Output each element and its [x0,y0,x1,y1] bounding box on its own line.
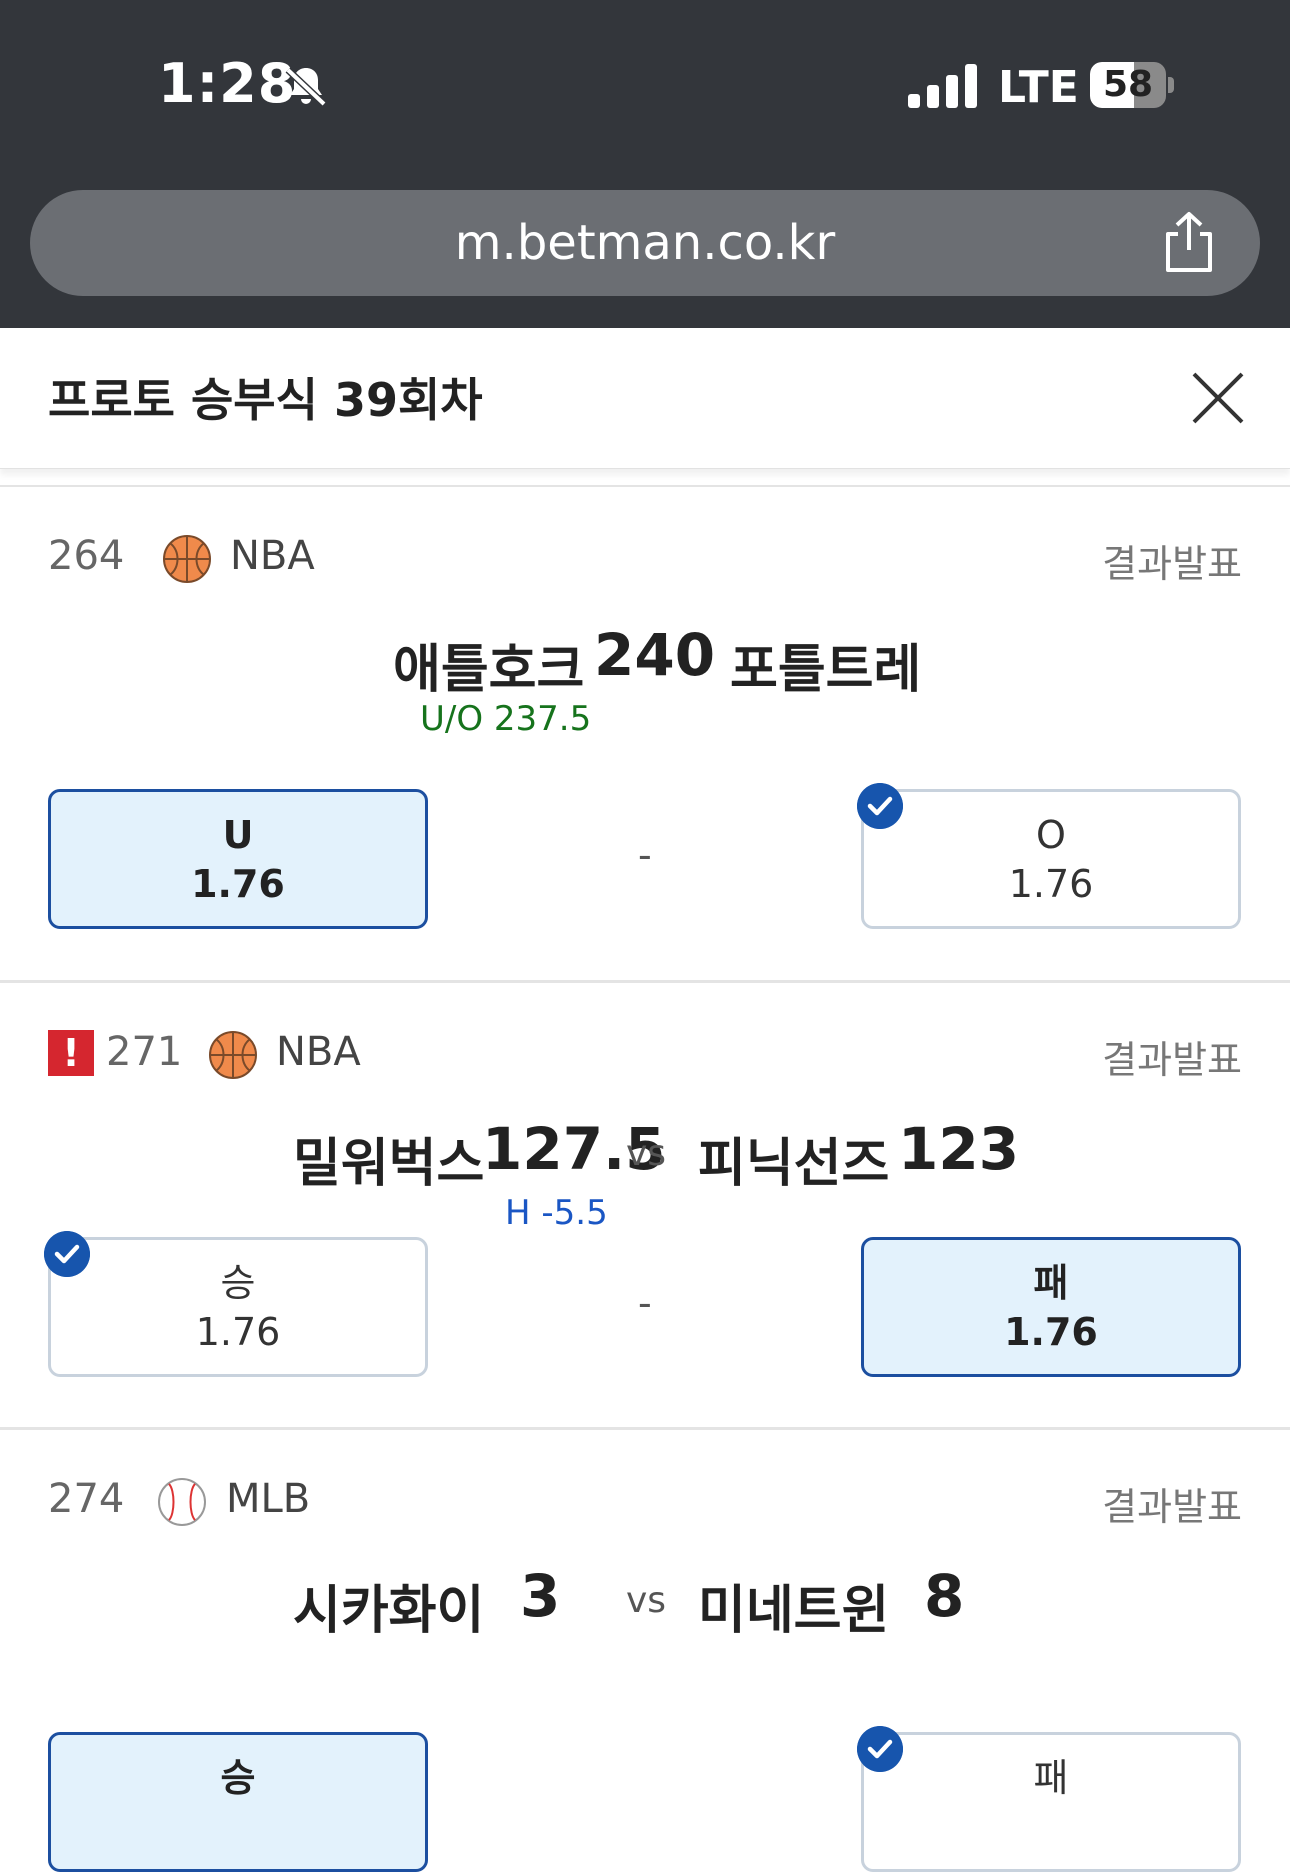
divider [0,485,1290,487]
draw-placeholder: - [638,833,652,877]
result-link[interactable]: 결과발표 [1102,533,1242,588]
handicap-line: H -5.5 [505,1193,608,1233]
league-name: NBA [230,533,315,579]
address-bar[interactable]: m.betman.co.kr [30,190,1260,296]
address-url: m.betman.co.kr [454,215,836,271]
cellular-signal-icon [908,64,977,108]
warning-badge: ! [48,1030,94,1076]
result-link[interactable]: 결과발표 [1102,1476,1242,1531]
option-odds: 1.76 [195,1310,281,1354]
league-name: NBA [276,1029,361,1075]
total-score: 240 [594,621,716,689]
check-icon [857,1726,903,1772]
win-option[interactable]: 승 [48,1732,428,1872]
loss-option[interactable]: 패 [861,1732,1241,1872]
option-odds: 1.76 [1004,1310,1098,1354]
vs-label: vs [626,1133,667,1174]
home-team: 밀워벅스 [293,1134,485,1194]
bell-muted-icon [285,67,327,107]
home-team: 애틀호크 [393,640,585,700]
game-number: 264 [48,533,125,579]
home-score: 3 [520,1562,561,1630]
close-icon[interactable] [1188,368,1248,428]
check-icon [44,1231,90,1277]
result-link[interactable]: 결과발표 [1102,1029,1242,1084]
page-header: 프로토 승부식 39회차 [0,328,1290,469]
basketball-icon [209,1031,257,1079]
win-option[interactable]: 승 1.76 [48,1237,428,1377]
divider [0,1427,1290,1430]
under-option[interactable]: U 1.76 [48,789,428,929]
vs-label: vs [626,1580,667,1621]
away-score: 8 [924,1562,965,1630]
away-team: 포틀트레 [730,640,922,700]
away-score: 123 [898,1115,1020,1183]
basketball-icon [163,535,211,583]
browser-chrome: 1:28 LTE 58 m.betman.co.kr [0,0,1290,328]
option-odds: 1.76 [1008,862,1094,906]
share-icon[interactable] [1160,210,1218,274]
option-label: U [222,813,254,857]
baseball-icon [158,1478,206,1526]
home-team: 시카화이 [293,1581,485,1641]
over-under-line: U/O 237.5 [420,699,592,739]
game-number: 271 [106,1029,183,1075]
option-label: 승 [220,1261,256,1305]
option-label: 패 [1033,1756,1069,1800]
option-odds: 1.76 [191,862,285,906]
divider [0,980,1290,983]
over-option[interactable]: O 1.76 [861,789,1241,929]
loss-option[interactable]: 패 1.76 [861,1237,1241,1377]
game-number: 274 [48,1476,125,1522]
check-icon [857,783,903,829]
status-time: 1:28 [158,52,297,115]
battery-percent: 58 [1102,64,1154,105]
battery-icon: 58 [1090,62,1176,110]
league-name: MLB [226,1476,311,1522]
away-team: 미네트윈 [698,1581,890,1641]
option-label: 승 [220,1756,256,1800]
draw-placeholder: - [638,1281,652,1325]
option-label: O [1036,813,1066,857]
option-label: 패 [1033,1261,1069,1305]
network-type: LTE [998,62,1079,113]
page-title: 프로토 승부식 39회차 [48,373,483,427]
away-team: 피닉선즈 [698,1134,890,1194]
